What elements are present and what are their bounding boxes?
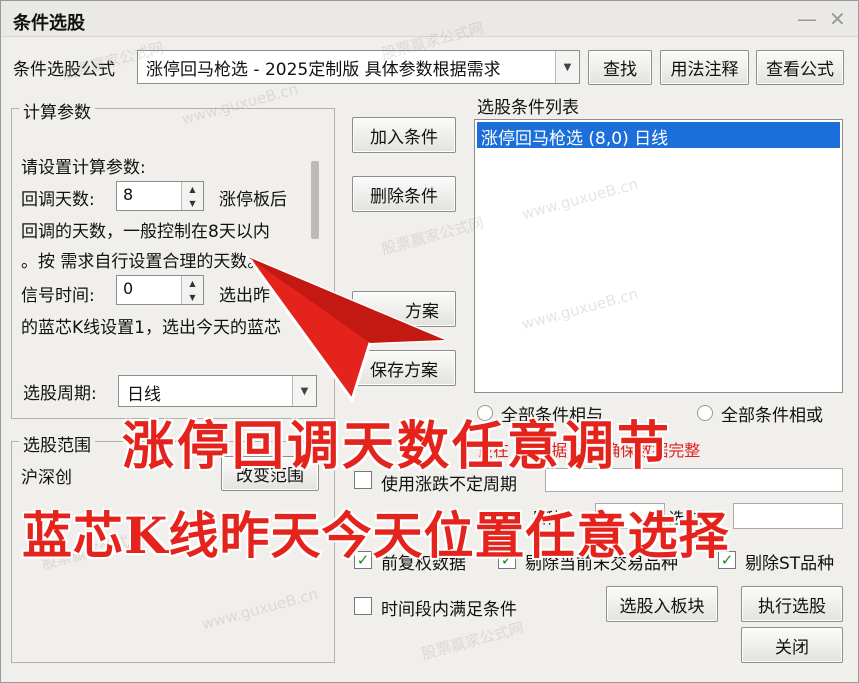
search-button[interactable]: 查找 [588, 50, 652, 85]
radio-or-label: 全部条件相或 [721, 406, 823, 426]
spin-down-icon[interactable]: ▼ [181, 290, 203, 304]
formula-label: 条件选股公式 [13, 60, 115, 80]
period-value: 日线 [127, 385, 161, 405]
param2-stepper[interactable]: 0 ▲ ▼ [116, 275, 204, 305]
usage-notes-button[interactable]: 用法注释 [660, 50, 749, 85]
condition-list[interactable]: 涨停回马枪选 (8,0) 日线 [474, 119, 843, 393]
formula-value: 涨停回马枪选 - 2025定制版 具体参数根据需求 [146, 60, 501, 80]
execute-selection-button[interactable]: 执行选股 [741, 586, 843, 622]
close-button[interactable]: 关闭 [741, 627, 843, 663]
param1-value: 8 [123, 185, 134, 204]
selected-count [733, 503, 843, 529]
params-group-label: 计算参数 [19, 98, 95, 123]
formula-select[interactable]: 涨停回马枪选 - 2025定制版 具体参数根据需求 ▼ [137, 50, 580, 84]
param1-after-text: 涨停板后 [219, 190, 287, 210]
spin-up-icon[interactable]: ▲ [181, 276, 203, 290]
add-to-block-button[interactable]: 选股入板块 [606, 586, 718, 622]
title-bar: 条件选股 — ✕ [1, 1, 858, 37]
period-label: 选股周期: [23, 384, 97, 404]
param1-label: 回调天数: [21, 190, 95, 210]
window-title: 条件选股 [13, 13, 85, 34]
minimize-icon[interactable]: — [797, 7, 817, 31]
overlay-line2: 蓝芯K线昨天今天位置任意选择 [21, 505, 730, 566]
time-period-label: 时间段内满足条件 [381, 600, 517, 620]
param2-value: 0 [123, 279, 134, 298]
spin-down-icon[interactable]: ▼ [181, 196, 203, 210]
param1-stepper[interactable]: 8 ▲ ▼ [116, 181, 204, 211]
range-value: 沪深创 [21, 468, 72, 488]
view-formula-button[interactable]: 查看公式 [756, 50, 844, 85]
delete-condition-button[interactable]: 删除条件 [352, 176, 456, 212]
params-prompt: 请设置计算参数: [21, 158, 146, 178]
overlay-line1: 涨停回调天数任意调节 [121, 415, 673, 478]
spin-up-icon[interactable]: ▲ [181, 182, 203, 196]
range-group-label: 选股范围 [19, 431, 95, 456]
chevron-down-icon[interactable]: ▼ [555, 51, 579, 83]
condition-list-label: 选股条件列表 [477, 98, 579, 118]
param-desc-line2: 回调的天数，一般控制在8天以内 [21, 222, 270, 242]
param-desc-line3: 。按 需求自行设置合理的天数。 [21, 252, 265, 272]
time-period-checkbox[interactable] [354, 597, 372, 615]
close-icon[interactable]: ✕ [829, 7, 846, 31]
radio-or[interactable] [697, 405, 713, 421]
param2-label: 信号时间: [21, 286, 95, 306]
exclude-st-label: 剔除ST品种 [745, 554, 835, 574]
list-item[interactable]: 涨停回马枪选 (8,0) 日线 [477, 122, 840, 149]
add-condition-button[interactable]: 加入条件 [352, 117, 456, 153]
params-scrollbar[interactable] [311, 161, 319, 239]
red-arrow-icon [243, 253, 446, 404]
